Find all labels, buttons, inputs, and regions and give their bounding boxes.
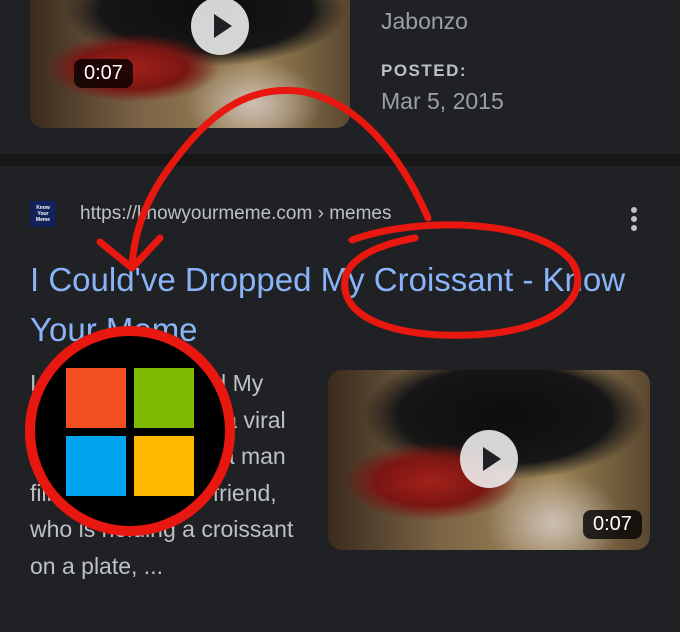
logo-square-red [66,368,126,428]
site-favicon-icon[interactable]: Know Your Meme [30,201,56,227]
logo-square-yellow [134,436,194,496]
play-icon[interactable] [191,0,249,55]
video-duration: 0:07 [74,59,133,88]
logo-square-blue [66,436,126,496]
posted-label: POSTED: [381,61,468,80]
result-video-thumbnail[interactable]: 0:07 [328,370,650,550]
author-name: Jabonzo [381,8,468,34]
top-video-thumbnail[interactable]: 0:07 [30,0,350,128]
logo-square-green [134,368,194,428]
result-divider [0,154,680,166]
play-icon[interactable] [460,430,518,488]
result-url[interactable]: https://knowyourmeme.com › memes [80,203,391,225]
microsoft-logo-icon [25,326,235,536]
video-duration: 0:07 [583,510,642,539]
more-options-icon[interactable] [624,205,644,233]
posted-date: Mar 5, 2015 [381,88,504,114]
